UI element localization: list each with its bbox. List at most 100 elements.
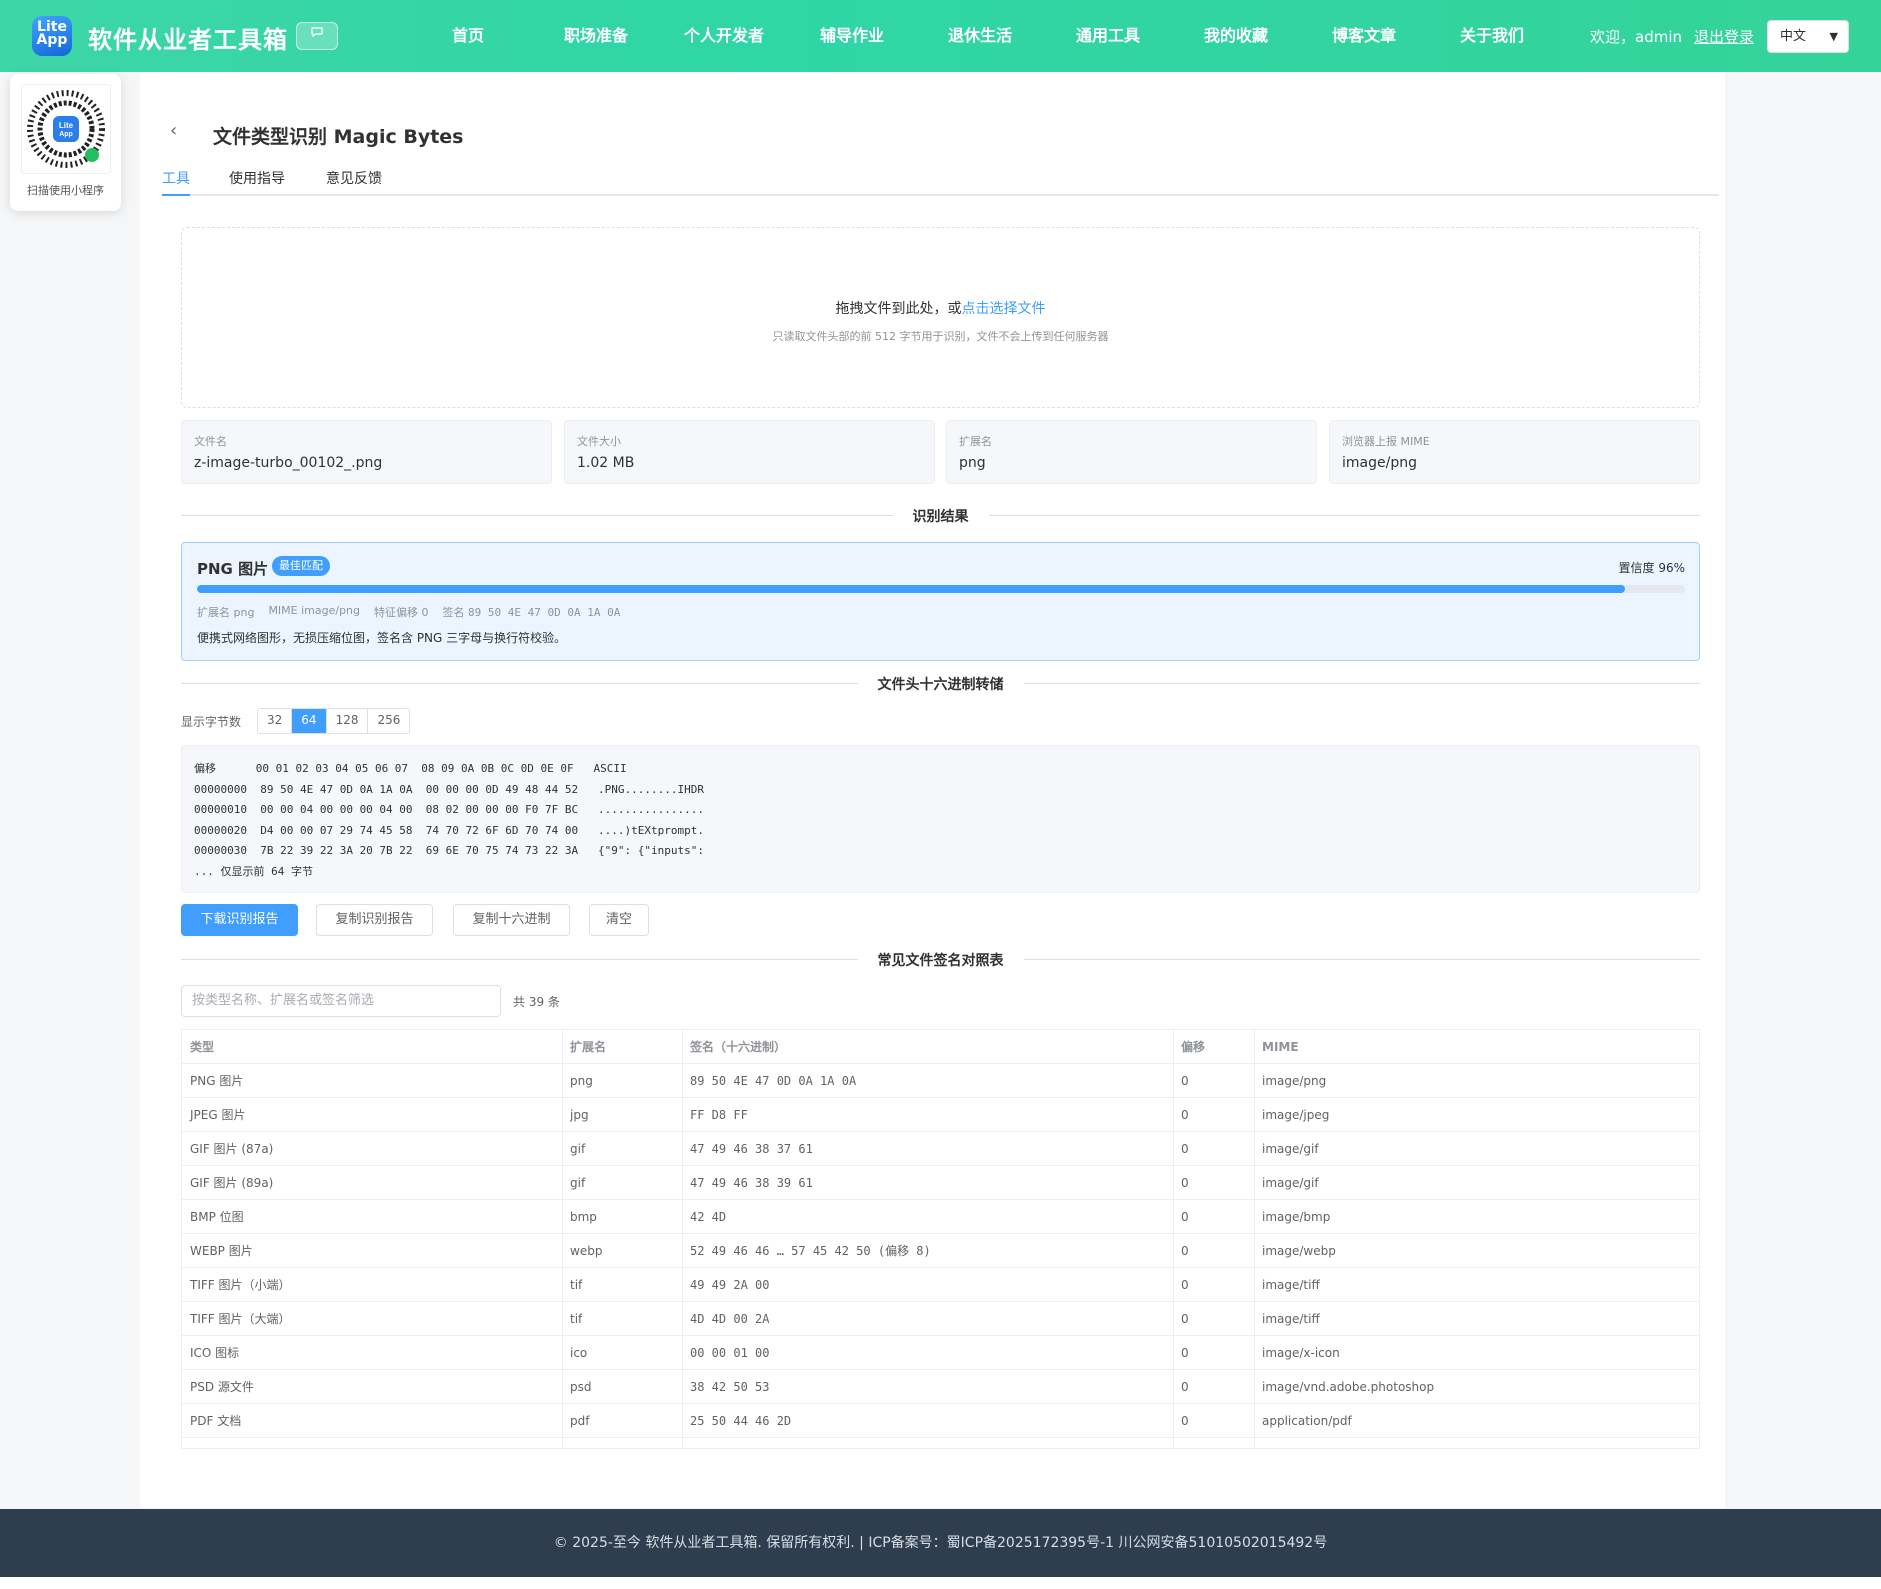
nav-blog[interactable]: 博客文章 bbox=[1300, 0, 1428, 72]
chevron-down-icon: ▼ bbox=[1829, 30, 1838, 43]
cell-signature: 25 50 44 46 2D bbox=[690, 1414, 792, 1428]
footer: © 2025-至今 软件从业者工具箱. 保留所有权利. | ICP备案号：蜀IC… bbox=[0, 1509, 1881, 1577]
cell-mime: image/tiff bbox=[1262, 1278, 1320, 1292]
tab-tool[interactable]: 工具 bbox=[162, 164, 190, 196]
bytes-count-label: 显示字节数 bbox=[181, 715, 242, 729]
cell-type: TIFF 图片（小端） bbox=[190, 1278, 291, 1292]
bytes-option-128[interactable]: 128 bbox=[326, 709, 369, 733]
hex-line: 00000010 00 00 04 00 00 00 04 00 08 02 0… bbox=[194, 803, 704, 817]
drop-prompt-text: 拖拽文件到此处，或 bbox=[835, 301, 962, 317]
language-value: 中文 bbox=[1780, 29, 1807, 44]
cell-mime: image/jpeg bbox=[1262, 1108, 1330, 1122]
table-row: ICO 图标 ico 00 00 01 00 0 image/x-icon bbox=[182, 1336, 1699, 1370]
info-label: 扩展名 bbox=[959, 435, 992, 448]
section-title: 文件头十六进制转储 bbox=[857, 674, 1024, 694]
table-row: PNG 图片 png 89 50 4E 47 0D 0A 1A 0A 0 image/p… bbox=[182, 1064, 1699, 1098]
qr-card: Lite App 扫描使用小程序 bbox=[10, 74, 121, 211]
confidence-bar bbox=[197, 585, 1685, 593]
table-row: BMP 位图 bmp 42 4D 0 image/bmp bbox=[182, 1200, 1699, 1234]
download-report-button[interactable]: 下载识别报告 bbox=[181, 904, 298, 936]
cell-extension: gif bbox=[570, 1176, 586, 1190]
cell-mime: application/pdf bbox=[1262, 1414, 1352, 1428]
language-select[interactable]: 中文 ▼ bbox=[1767, 20, 1849, 53]
file-drop-zone[interactable]: 拖拽文件到此处，或点击选择文件 只读取文件头部的前 512 字节用于识别，文件不… bbox=[181, 227, 1700, 408]
info-extension: 扩展名 png bbox=[946, 420, 1317, 484]
result-description: 便携式网络图形，无损压缩位图，签名含 PNG 三字母与换行符校验。 bbox=[197, 631, 567, 645]
bytes-option-32[interactable]: 32 bbox=[258, 709, 293, 733]
bytes-count-selector: 32 64 128 256 bbox=[257, 708, 411, 734]
tab-guide[interactable]: 使用指导 bbox=[229, 164, 285, 196]
logo-text: Lite App bbox=[36, 19, 68, 48]
hex-line: 00000000 89 50 4E 47 0D 0A 1A 0A 00 00 0… bbox=[194, 782, 704, 796]
choose-file-link[interactable]: 点击选择文件 bbox=[962, 301, 1046, 317]
cell-mime: image/png bbox=[1262, 1074, 1327, 1088]
table-row: JPEG 图片 jpg FF D8 FF 0 image/jpeg bbox=[182, 1098, 1699, 1132]
cell-signature: 00 00 01 00 bbox=[690, 1346, 770, 1360]
cell-mime: image/bmp bbox=[1262, 1210, 1331, 1224]
page-bottom bbox=[0, 1577, 1881, 1589]
cell-signature: 52 49 46 46 … 57 45 42 50 (偏移 8) bbox=[690, 1244, 931, 1258]
cell-offset: 0 bbox=[1181, 1074, 1189, 1088]
cell-offset: 0 bbox=[1181, 1176, 1189, 1190]
cell-type: ICO 图标 bbox=[190, 1346, 240, 1360]
cell-type: PNG 图片 bbox=[190, 1074, 244, 1088]
chat-icon[interactable] bbox=[296, 22, 338, 50]
table-row: PSD 源文件 psd 38 42 50 53 0 image/vnd.adobe.ph… bbox=[182, 1370, 1699, 1404]
nav-favorites[interactable]: 我的收藏 bbox=[1172, 0, 1300, 72]
clear-button[interactable]: 清空 bbox=[589, 904, 649, 936]
svg-text:App: App bbox=[59, 131, 73, 138]
bytes-option-256[interactable]: 256 bbox=[368, 709, 410, 733]
cell-type: GIF 图片 (89a) bbox=[190, 1176, 274, 1190]
result-divider: 识别结果 bbox=[181, 505, 1700, 526]
welcome-text: 欢迎，admin bbox=[1590, 28, 1682, 46]
signature-filter-input[interactable]: 按类型名称、扩展名或签名筛选 bbox=[181, 985, 501, 1017]
table-divider: 常见文件签名对照表 bbox=[181, 949, 1700, 970]
nav-career[interactable]: 职场准备 bbox=[532, 0, 660, 72]
section-title: 常见文件签名对照表 bbox=[857, 950, 1024, 970]
nav-homework[interactable]: 辅导作业 bbox=[788, 0, 916, 72]
cell-extension: psd bbox=[570, 1380, 592, 1394]
section-title: 识别结果 bbox=[892, 506, 989, 526]
tab-feedback[interactable]: 意见反馈 bbox=[326, 164, 382, 196]
nav-tools[interactable]: 通用工具 bbox=[1044, 0, 1172, 72]
qr-code-image: Lite App bbox=[20, 84, 111, 174]
result-card: PNG 图片 最佳匹配 置信度 96% 扩展名 png MIME image/p… bbox=[181, 542, 1700, 661]
hex-truncated-note: ... 仅显示前 64 字节 bbox=[194, 864, 313, 878]
cell-mime: image/vnd.adobe.photoshop bbox=[1262, 1380, 1435, 1394]
brand-title[interactable]: 软件从业者工具箱 bbox=[88, 20, 288, 55]
back-arrow-icon[interactable]: ‹ bbox=[170, 120, 177, 141]
app-logo[interactable]: Lite App bbox=[32, 16, 72, 56]
hex-divider: 文件头十六进制转储 bbox=[181, 673, 1700, 694]
meta-signature: 签名 89 50 4E 47 0D 0A 1A 0A bbox=[443, 604, 621, 620]
meta-extension: 扩展名 png bbox=[197, 606, 255, 619]
cell-signature: 49 49 2A 00 bbox=[690, 1278, 770, 1292]
cell-type: TIFF 图片（大端） bbox=[190, 1312, 291, 1326]
info-label: 文件名 bbox=[194, 435, 227, 448]
nav-indie-dev[interactable]: 个人开发者 bbox=[660, 0, 788, 72]
cell-mime: image/x-icon bbox=[1262, 1346, 1340, 1360]
meta-signature-label: 签名 bbox=[442, 606, 465, 619]
result-type-name: PNG 图片 bbox=[197, 560, 269, 578]
cell-extension: png bbox=[570, 1074, 593, 1088]
cell-extension: pdf bbox=[570, 1414, 590, 1428]
table-row: GIF 图片 (87a) gif 47 49 46 38 37 61 0 image/g… bbox=[182, 1132, 1699, 1166]
cell-mime: image/tiff bbox=[1262, 1312, 1320, 1326]
top-header: Lite App 软件从业者工具箱 首页 职场准备 个人开发者 辅导作业 退休生… bbox=[0, 0, 1881, 72]
cell-mime: image/gif bbox=[1262, 1142, 1319, 1156]
copy-hex-button[interactable]: 复制十六进制 bbox=[453, 904, 570, 936]
logout-link[interactable]: 退出登录 bbox=[1694, 26, 1754, 47]
bytes-option-64[interactable]: 64 bbox=[292, 709, 327, 733]
cell-extension: bmp bbox=[570, 1210, 597, 1224]
info-label: 浏览器上报 MIME bbox=[1342, 435, 1430, 448]
copy-report-button[interactable]: 复制识别报告 bbox=[316, 904, 433, 936]
result-count: 共 39 条 bbox=[513, 995, 560, 1009]
cell-mime: image/webp bbox=[1262, 1244, 1336, 1258]
cell-offset: 0 bbox=[1181, 1108, 1189, 1122]
cell-extension: webp bbox=[570, 1244, 603, 1258]
cell-signature: 4D 4D 00 2A bbox=[690, 1312, 770, 1326]
nav-retirement[interactable]: 退休生活 bbox=[916, 0, 1044, 72]
nav-about[interactable]: 关于我们 bbox=[1428, 0, 1556, 72]
confidence-bar-fill bbox=[197, 585, 1626, 593]
table-row: WEBP 图片 webp 52 49 46 46 … 57 45 42 50 (偏移… bbox=[182, 1234, 1699, 1268]
nav-home[interactable]: 首页 bbox=[404, 0, 532, 72]
